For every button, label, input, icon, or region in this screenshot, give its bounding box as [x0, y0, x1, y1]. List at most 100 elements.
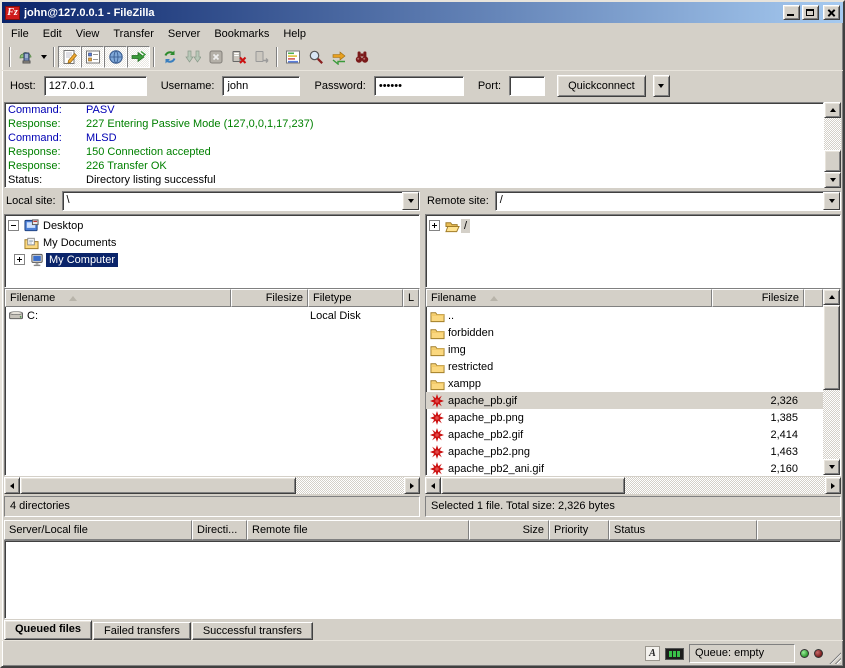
scroll-down-button[interactable] — [824, 172, 841, 188]
tree-item-root[interactable]: / — [427, 217, 839, 234]
column-header-status[interactable]: Status — [609, 520, 757, 540]
toggle-message-log-button[interactable] — [58, 46, 81, 68]
directory-comparison-button[interactable] — [304, 46, 327, 68]
username-input[interactable] — [222, 76, 300, 96]
remote-list-scrollbar[interactable] — [823, 289, 840, 475]
find-files-button[interactable] — [350, 46, 373, 68]
toggle-remote-tree-button[interactable] — [104, 46, 127, 68]
local-site-combo[interactable]: \ — [62, 191, 420, 211]
tab-successful-transfers[interactable]: Successful transfers — [192, 622, 313, 640]
drive-icon — [7, 310, 25, 321]
collapse-icon[interactable] — [8, 220, 19, 231]
tree-item-my-documents[interactable]: My Documents — [6, 234, 418, 251]
scroll-right-button[interactable] — [825, 477, 841, 494]
scroll-up-button[interactable] — [823, 289, 840, 305]
cancel-operation-button[interactable] — [204, 46, 227, 68]
file-row[interactable]: apache_pb.png 1,385 — [426, 409, 823, 426]
transfer-type-indicator-icon[interactable]: A — [645, 646, 660, 661]
remote-site-dropdown-button[interactable] — [823, 192, 840, 210]
tree-item-desktop[interactable]: Desktop — [6, 217, 418, 234]
column-header-filename[interactable]: Filename — [5, 289, 231, 307]
reconnect-button[interactable] — [250, 46, 273, 68]
tab-queued-files[interactable]: Queued files — [4, 620, 92, 640]
column-header-server-local-file[interactable]: Server/Local file — [4, 520, 192, 540]
host-input[interactable] — [44, 76, 147, 96]
tab-failed-transfers[interactable]: Failed transfers — [93, 622, 191, 640]
menu-item-bookmarks[interactable]: Bookmarks — [207, 26, 276, 42]
file-row[interactable]: xampp — [426, 375, 823, 392]
local-list-status: 4 directories — [4, 496, 420, 517]
quickconnect-button[interactable]: Quickconnect — [557, 75, 646, 97]
file-row[interactable]: apache_pb2_ani.gif 2,160 — [426, 460, 823, 475]
file-size: 2,326 — [712, 395, 804, 407]
port-input[interactable] — [509, 76, 545, 96]
column-header-filename[interactable]: Filename — [426, 289, 712, 307]
file-row-c-drive[interactable]: C: Local Disk — [5, 307, 419, 324]
menu-item-file[interactable]: File — [4, 26, 36, 42]
synchronized-browsing-button[interactable] — [327, 46, 350, 68]
toggle-local-tree-button[interactable] — [81, 46, 104, 68]
disconnect-button[interactable] — [227, 46, 250, 68]
minimize-button[interactable] — [783, 5, 800, 20]
scrollbar-track[interactable] — [20, 477, 404, 494]
close-button[interactable] — [823, 5, 840, 20]
title-bar[interactable]: Fz john@127.0.0.1 - FileZilla — [2, 2, 843, 23]
file-row[interactable]: restricted — [426, 358, 823, 375]
column-header-size[interactable]: Size — [469, 520, 549, 540]
menu-item-transfer[interactable]: Transfer — [106, 26, 161, 42]
scrollbar-track[interactable] — [824, 118, 841, 172]
menu-item-edit[interactable]: Edit — [36, 26, 69, 42]
transfer-queue-icon — [131, 49, 147, 65]
remote-site-combo[interactable]: / — [495, 191, 841, 211]
column-header-remote-file[interactable]: Remote file — [247, 520, 469, 540]
menu-item-view[interactable]: View — [69, 26, 107, 42]
column-header-filesize[interactable]: Filesize — [231, 289, 308, 307]
column-header-last-modified[interactable]: L — [403, 289, 419, 307]
scroll-up-button[interactable] — [824, 102, 841, 118]
file-row[interactable]: forbidden — [426, 324, 823, 341]
scroll-left-button[interactable] — [425, 477, 441, 494]
expand-icon[interactable] — [14, 254, 25, 265]
scroll-left-button[interactable] — [4, 477, 20, 494]
toggle-transfer-queue-button[interactable] — [127, 46, 150, 68]
column-header-filetype[interactable]: Filetype — [308, 289, 403, 307]
resize-grip[interactable] — [828, 651, 841, 664]
local-list-hscrollbar[interactable] — [4, 477, 420, 494]
file-row-selected[interactable]: apache_pb.gif 2,326 — [426, 392, 823, 409]
column-header-direction[interactable]: Directi... — [192, 520, 247, 540]
column-header-filesize[interactable]: Filesize — [712, 289, 804, 307]
scrollbar-thumb[interactable] — [823, 305, 840, 390]
scrollbar-thumb[interactable] — [441, 477, 625, 494]
process-queue-button[interactable] — [181, 46, 204, 68]
menu-item-server[interactable]: Server — [161, 26, 207, 42]
site-manager-dropdown-button[interactable] — [37, 46, 50, 68]
expand-icon[interactable] — [429, 220, 440, 231]
scroll-down-button[interactable] — [823, 459, 840, 475]
column-header-priority[interactable]: Priority — [549, 520, 609, 540]
file-row[interactable]: apache_pb2.gif 2,414 — [426, 426, 823, 443]
scrollbar-track[interactable] — [441, 477, 825, 494]
local-site-dropdown-button[interactable] — [402, 192, 419, 210]
queue-body[interactable] — [4, 540, 841, 619]
quickconnect-dropdown-button[interactable] — [653, 75, 670, 97]
site-manager-button[interactable] — [14, 46, 37, 68]
maximize-button[interactable] — [802, 5, 819, 20]
remote-list-hscrollbar[interactable] — [425, 477, 841, 494]
directory-listing-filters-button[interactable] — [281, 46, 304, 68]
file-row[interactable]: apache_pb2.png 1,463 — [426, 443, 823, 460]
speed-limit-icon[interactable] — [665, 648, 684, 660]
password-input[interactable] — [374, 76, 464, 96]
tree-item-my-computer[interactable]: My Computer — [6, 251, 418, 268]
message-log-icon — [62, 49, 78, 65]
scrollbar-track[interactable] — [823, 305, 840, 459]
log-scrollbar[interactable] — [824, 102, 841, 188]
column-header-spacer — [757, 520, 841, 540]
file-row[interactable]: img — [426, 341, 823, 358]
scroll-right-button[interactable] — [404, 477, 420, 494]
file-row[interactable]: .. — [426, 307, 823, 324]
menu-item-help[interactable]: Help — [276, 26, 313, 42]
scrollbar-thumb[interactable] — [20, 477, 296, 494]
scrollbar-thumb[interactable] — [824, 150, 841, 172]
message-log-body[interactable]: Command:PASV Response:227 Entering Passi… — [4, 102, 824, 188]
refresh-button[interactable] — [158, 46, 181, 68]
